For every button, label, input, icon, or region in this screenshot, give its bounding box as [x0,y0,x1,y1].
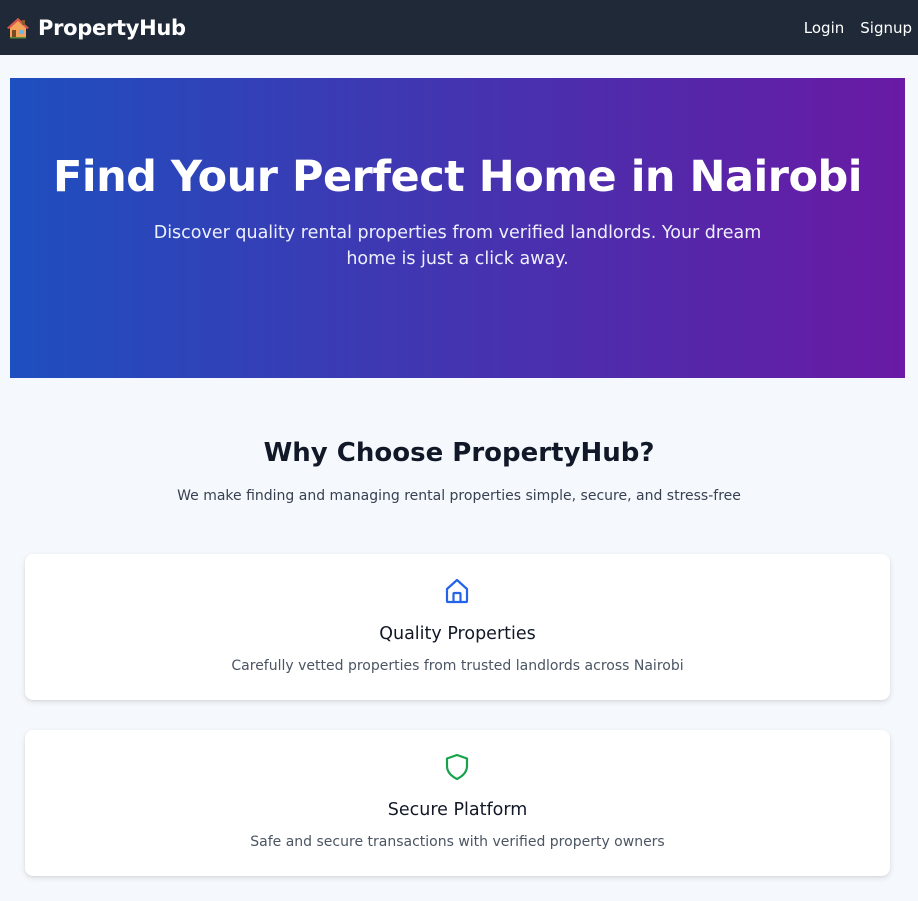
hero-title: Find Your Perfect Home in Nairobi [52,152,863,202]
navbar: PropertyHub Login Signup [0,0,918,55]
feature-card-text: Carefully vetted properties from trusted… [231,658,684,674]
nav-links: Login Signup [804,19,912,37]
feature-card-title: Quality Properties [379,624,536,644]
features-title: Why Choose PropertyHub? [263,438,655,468]
feature-card-title: Secure Platform [387,800,528,820]
hero-subtitle: Discover quality rental properties from … [153,223,762,269]
hero-banner: Find Your Perfect Home in Nairobi Discov… [10,78,905,378]
feature-card-quality: Quality Properties Carefully vetted prop… [25,554,890,700]
signup-link[interactable]: Signup [860,19,912,37]
features-subtitle: We make finding and managing rental prop… [177,488,741,504]
feature-card-text: Safe and secure transactions with verifi… [250,834,665,850]
login-link[interactable]: Login [804,19,844,37]
brand-name: PropertyHub [38,15,186,40]
house-icon [6,16,30,40]
feature-card-secure: Secure Platform Safe and secure transact… [25,730,890,876]
shield-icon [442,752,472,782]
brand[interactable]: PropertyHub [6,16,186,40]
home-outline-icon [442,576,472,606]
